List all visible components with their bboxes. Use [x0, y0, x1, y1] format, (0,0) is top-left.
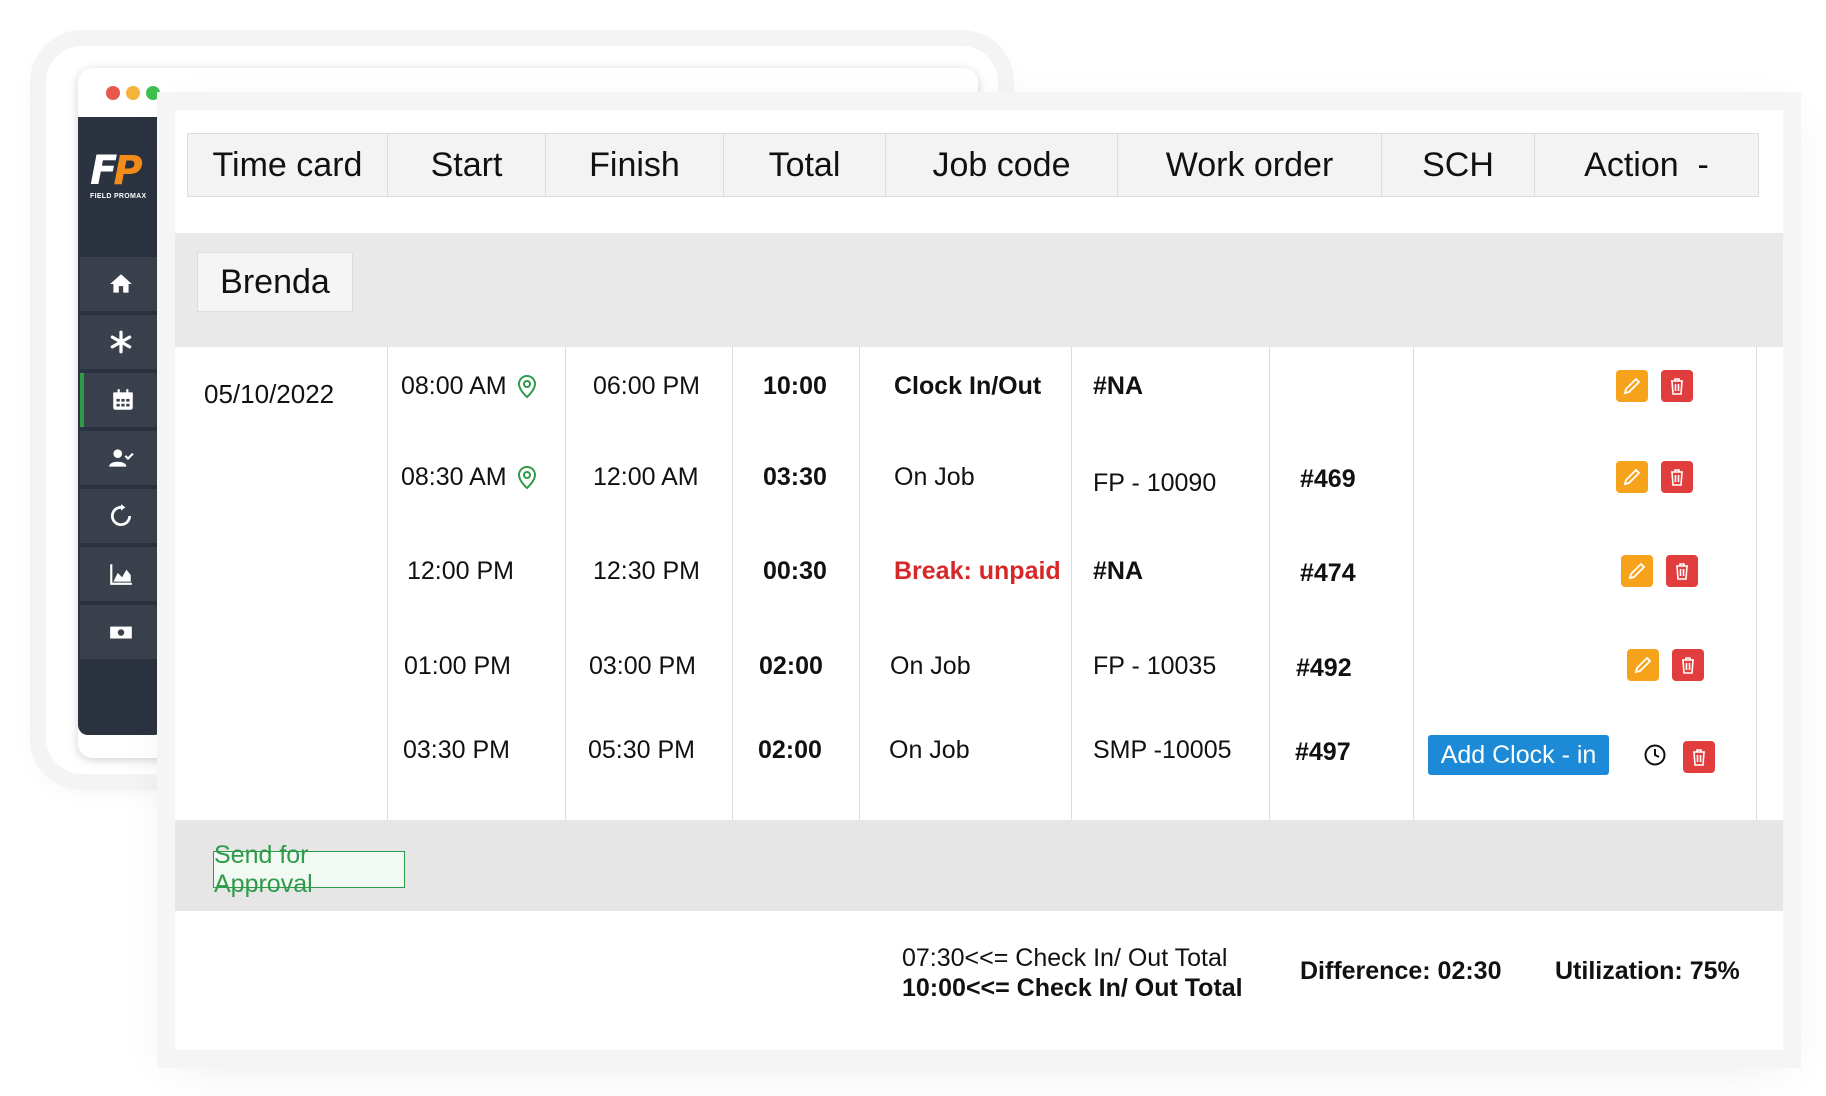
- sidebar-item-reports[interactable]: [80, 547, 162, 601]
- table-header: Time card Start Finish Total Job code Wo…: [187, 133, 1759, 197]
- row3-jobcode: Break: unpaid: [894, 557, 1061, 585]
- add-clock-in-button[interactable]: Add Clock - in: [1428, 735, 1609, 775]
- col-header-action[interactable]: Action -: [1535, 134, 1758, 196]
- maximize-dot[interactable]: [146, 86, 160, 100]
- asterisk-icon: [110, 330, 132, 354]
- row4-start: 01:00 PM: [404, 652, 512, 680]
- utilization-value: Utilization: 75%: [1555, 957, 1740, 985]
- row5-start: 03:30 PM: [403, 736, 511, 764]
- delete-button[interactable]: [1661, 370, 1693, 402]
- row1-jobcode: Clock In/Out: [894, 372, 1042, 400]
- user-check-icon: [109, 449, 134, 467]
- delete-button[interactable]: [1683, 741, 1715, 773]
- delete-button[interactable]: [1672, 649, 1704, 681]
- checkin-total-line2: 10:00<<= Check In/ Out Total: [902, 974, 1243, 1002]
- row2-total: 03:30: [763, 463, 827, 491]
- row4-sch[interactable]: #492: [1296, 654, 1352, 683]
- trash-icon: [1676, 563, 1688, 580]
- chart-icon: [110, 564, 132, 585]
- timecard-panel: Time card Start Finish Total Job code Wo…: [175, 110, 1783, 1050]
- calendar-icon: [113, 389, 133, 410]
- row3-sch[interactable]: #474: [1300, 559, 1356, 588]
- col-header-jobcode: Job code: [886, 134, 1118, 196]
- edit-button[interactable]: [1616, 461, 1648, 493]
- row3-workorder: #NA: [1093, 557, 1144, 585]
- home-icon: [110, 274, 132, 293]
- timecard-grid: 05/10/2022 08:00 AM 06:00 PM 10:00 Clock…: [175, 347, 1783, 820]
- row1-total: 10:00: [763, 372, 827, 400]
- row1-start: 08:00 AM: [401, 372, 537, 401]
- employee-band: Brenda: [175, 233, 1783, 347]
- row2-workorder: FP - 10090: [1093, 469, 1217, 497]
- approval-band: Send for Approval: [175, 820, 1783, 911]
- row5-finish: 05:30 PM: [588, 736, 696, 764]
- brand-logo[interactable]: FP FIELD PROMAX: [90, 151, 156, 207]
- pencil-icon: [1634, 656, 1652, 674]
- location-pin-icon[interactable]: [517, 375, 537, 399]
- sidebar: FP FIELD PROMAX: [78, 117, 164, 735]
- sidebar-item-refresh[interactable]: [80, 489, 162, 543]
- refresh-icon: [111, 504, 132, 526]
- row1-workorder: #NA: [1093, 372, 1144, 400]
- edit-button[interactable]: [1616, 370, 1648, 402]
- difference-value: Difference: 02:30: [1300, 957, 1502, 985]
- entry-date: 05/10/2022: [204, 379, 335, 409]
- row5-workorder: SMP -10005: [1093, 736, 1232, 764]
- checkin-total-line1: 07:30<<= Check In/ Out Total: [902, 944, 1228, 972]
- row2-finish: 12:00 AM: [593, 463, 699, 491]
- sidebar-item-tools[interactable]: [80, 315, 162, 369]
- brand-subtitle: FIELD PROMAX: [90, 193, 147, 200]
- edit-button[interactable]: [1621, 555, 1653, 587]
- send-for-approval-button[interactable]: Send for Approval: [213, 841, 405, 898]
- pencil-icon: [1623, 377, 1641, 395]
- close-dot[interactable]: [106, 86, 120, 100]
- trash-icon: [1693, 749, 1705, 766]
- sidebar-item-users[interactable]: [80, 431, 162, 485]
- delete-button[interactable]: [1661, 461, 1693, 493]
- row1-finish: 06:00 PM: [593, 372, 701, 400]
- employee-name: Brenda: [197, 252, 353, 312]
- sidebar-item-calendar[interactable]: [80, 373, 162, 427]
- trash-icon: [1682, 657, 1694, 674]
- minimize-dot[interactable]: [126, 86, 140, 100]
- row4-workorder: FP - 10035: [1093, 652, 1217, 680]
- col-header-sch: SCH: [1382, 134, 1535, 196]
- trash-icon: [1671, 469, 1683, 486]
- clock-icon[interactable]: [1643, 743, 1667, 767]
- col-header-total: Total: [724, 134, 886, 196]
- row5-sch[interactable]: #497: [1295, 738, 1351, 767]
- col-header-workorder: Work order: [1118, 134, 1382, 196]
- col-header-timecard: Time card: [188, 134, 388, 196]
- col-header-finish: Finish: [546, 134, 724, 196]
- row5-jobcode: On Job: [889, 736, 970, 764]
- row2-jobcode: On Job: [894, 463, 975, 491]
- sidebar-item-billing[interactable]: [80, 605, 162, 659]
- pencil-icon: [1628, 562, 1646, 580]
- money-icon: [110, 626, 132, 639]
- edit-button[interactable]: [1627, 649, 1659, 681]
- col-header-start: Start: [388, 134, 546, 196]
- location-pin-icon[interactable]: [517, 466, 537, 490]
- row4-total: 02:00: [759, 652, 823, 680]
- row3-start: 12:00 PM: [407, 557, 515, 585]
- row5-total: 02:00: [758, 736, 822, 764]
- window-controls: [106, 86, 160, 100]
- row2-start: 08:30 AM: [401, 463, 537, 492]
- trash-icon: [1671, 378, 1683, 395]
- row3-finish: 12:30 PM: [593, 557, 701, 585]
- row4-finish: 03:00 PM: [589, 652, 697, 680]
- sidebar-item-home[interactable]: [80, 257, 162, 311]
- delete-button[interactable]: [1666, 555, 1698, 587]
- row4-jobcode: On Job: [890, 652, 971, 680]
- row2-sch[interactable]: #469: [1300, 465, 1356, 494]
- row3-total: 00:30: [763, 557, 827, 585]
- pencil-icon: [1623, 468, 1641, 486]
